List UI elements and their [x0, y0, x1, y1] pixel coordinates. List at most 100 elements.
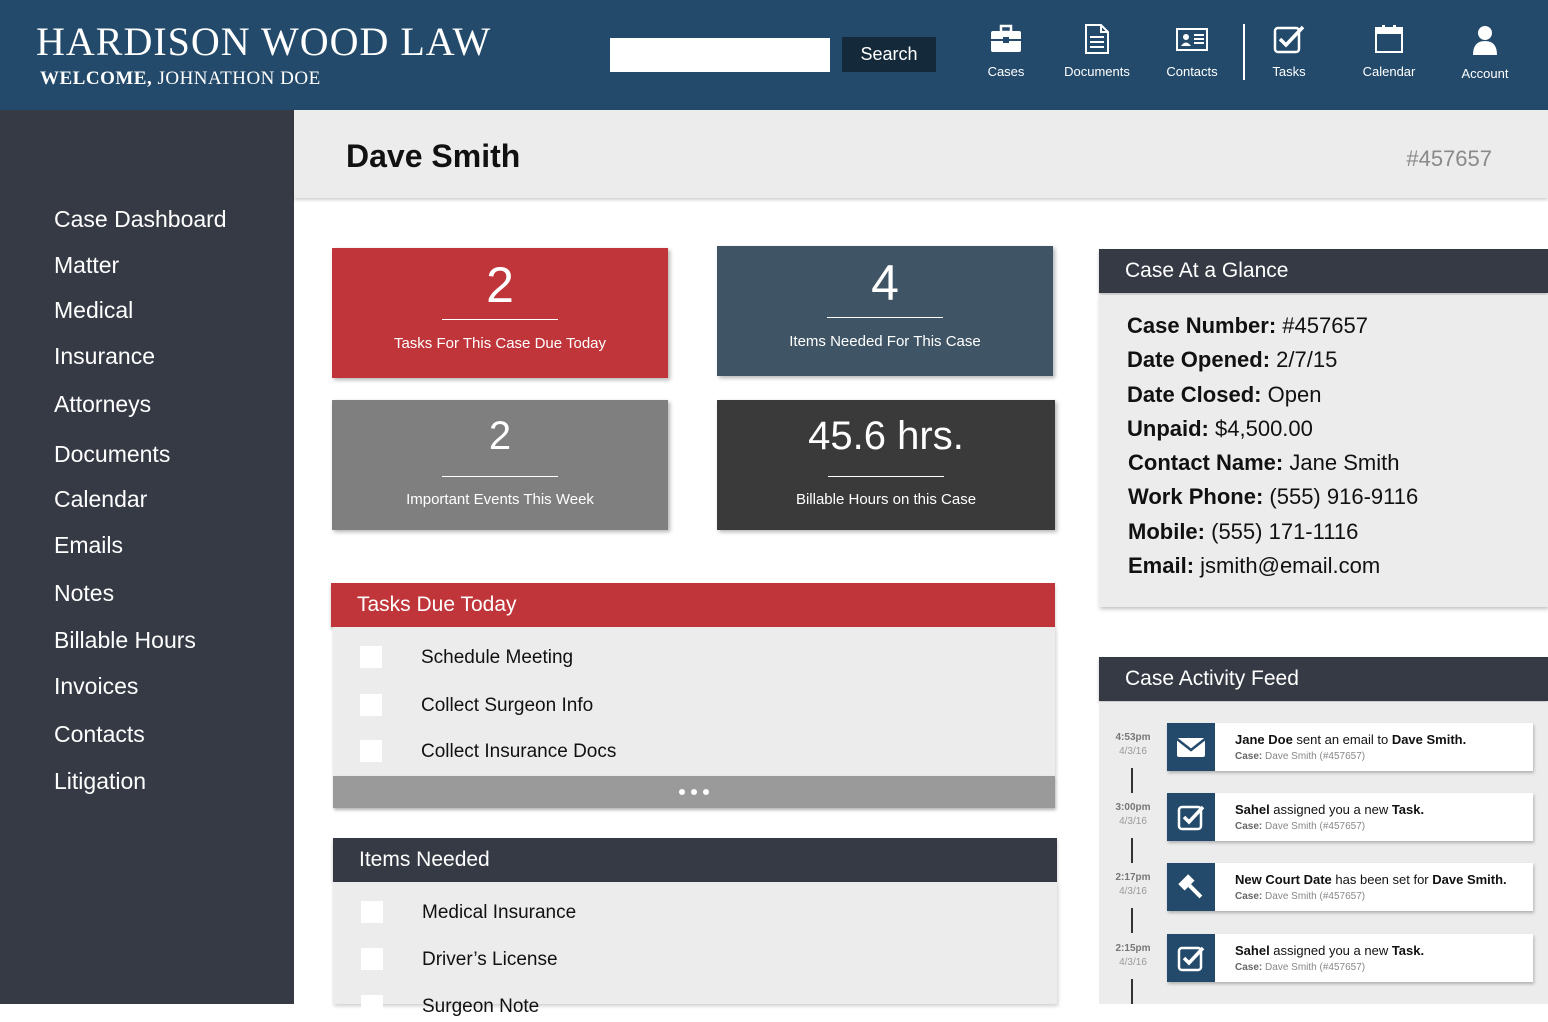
- glance-case-number: Case Number: #457657: [1127, 313, 1368, 338]
- case-title-bar: Dave Smith #457657: [294, 110, 1548, 198]
- feed-card[interactable]: Sahel assigned you a new Task. Case: Dav…: [1167, 793, 1533, 841]
- feed-case-ref: Case: Dave Smith (#457657): [1235, 962, 1366, 973]
- case-id: #457657: [1406, 146, 1492, 171]
- item-checkbox[interactable]: [361, 995, 383, 1017]
- stat-card-billable-hours[interactable]: 45.6 hrs. Billable Hours on this Case: [717, 400, 1055, 530]
- feed-message: Sahel assigned you a new Task.: [1235, 943, 1425, 958]
- search-input[interactable]: [610, 38, 830, 72]
- feed-card[interactable]: New Court Date has been set for Dave Smi…: [1167, 863, 1533, 911]
- gavel-icon: [1178, 874, 1203, 899]
- nav-cases[interactable]: Cases: [961, 24, 1051, 94]
- feed-icon-box: [1167, 934, 1215, 982]
- feed-item: 3:00pm 4/3/16 Sahel assigned you a new Ta…: [1099, 793, 1548, 863]
- feed-icon-box: [1167, 793, 1215, 841]
- welcome-user-name: JOHNATHON DOE: [157, 68, 321, 89]
- task-checkbox[interactable]: [360, 646, 382, 668]
- stat-divider: [827, 317, 943, 318]
- feed-item: 2:15pm 4/3/16 Sahel assigned you a new Ta…: [1099, 934, 1548, 1004]
- stat-card-important-events[interactable]: 2 Important Events This Week: [332, 400, 668, 530]
- ellipsis-dot-icon: [703, 789, 709, 795]
- feed-timestamp: 2:17pm 4/3/16: [1115, 872, 1151, 897]
- sidebar-item-case-dashboard[interactable]: Case Dashboard: [54, 206, 227, 233]
- item-checkbox[interactable]: [361, 948, 383, 970]
- nav-documents[interactable]: Documents: [1052, 24, 1142, 94]
- stat-value: 2: [488, 414, 512, 458]
- top-header: HARDISON WOOD LAW WELCOME, JOHNATHON DOE…: [0, 0, 1548, 110]
- stat-divider: [828, 476, 944, 477]
- sidebar-item-documents[interactable]: Documents: [54, 441, 170, 468]
- nav-contacts[interactable]: Contacts: [1147, 24, 1237, 94]
- glance-unpaid: Unpaid: $4,500.00: [1127, 416, 1313, 441]
- sidebar-item-attorneys[interactable]: Attorneys: [54, 391, 151, 418]
- feed-icon-box: [1167, 723, 1215, 771]
- nav-label: Account: [1461, 66, 1509, 81]
- sidebar-item-invoices[interactable]: Invoices: [54, 673, 138, 700]
- sidebar: Case Dashboard Matter Medical Insurance …: [0, 110, 294, 1004]
- glance-panel-header: Case At a Glance: [1099, 249, 1548, 293]
- glance-work-phone: Work Phone: (555) 916-9116: [1128, 484, 1419, 509]
- stat-label: Tasks For This Case Due Today: [393, 335, 607, 352]
- sidebar-item-notes[interactable]: Notes: [54, 580, 114, 607]
- stat-card-items-needed[interactable]: 4 Items Needed For This Case: [717, 246, 1053, 376]
- feed-message: New Court Date has been set for Dave Smi…: [1235, 872, 1507, 887]
- item-label: Medical Insurance: [422, 902, 577, 923]
- tasks-panel-header: Tasks Due Today: [331, 583, 1055, 627]
- search-button[interactable]: Search: [842, 37, 936, 72]
- timeline-connector: [1131, 838, 1133, 863]
- task-row: Collect Surgeon Info: [333, 691, 1055, 721]
- timeline-connector: [1131, 979, 1133, 1004]
- feed-item: 4:53pm 4/3/16 Jane Doe sent an email to D…: [1099, 723, 1548, 793]
- task-checkbox[interactable]: [360, 694, 382, 716]
- feed-timestamp: 2:15pm 4/3/16: [1115, 943, 1151, 968]
- nav-account[interactable]: Account: [1440, 24, 1530, 94]
- contact-card-icon: [1176, 28, 1208, 51]
- sidebar-item-litigation[interactable]: Litigation: [54, 768, 146, 795]
- task-label: Collect Insurance Docs: [421, 741, 617, 762]
- brand-title: HARDISON WOOD LAW: [36, 19, 492, 64]
- sidebar-item-insurance[interactable]: Insurance: [54, 343, 155, 370]
- sidebar-item-matter[interactable]: Matter: [54, 252, 119, 279]
- feed-card[interactable]: Sahel assigned you a new Task. Case: Dav…: [1167, 934, 1533, 982]
- glance-email: Email: jsmith@email.com: [1128, 553, 1381, 578]
- nav-label: Contacts: [1166, 64, 1218, 79]
- tasks-more-button[interactable]: [333, 776, 1055, 808]
- feed-card[interactable]: Jane Doe sent an email to Dave Smith. Ca…: [1167, 723, 1533, 771]
- calendar-icon: [1375, 25, 1403, 53]
- item-label: Driver’s License: [422, 949, 558, 970]
- page-title: Dave Smith: [346, 138, 521, 174]
- stat-label: Billable Hours on this Case: [795, 491, 977, 508]
- stat-value: 4: [871, 255, 899, 311]
- feed-message: Jane Doe sent an email to Dave Smith.: [1235, 732, 1467, 747]
- stat-divider: [442, 476, 558, 477]
- stat-card-tasks-due[interactable]: 2 Tasks For This Case Due Today: [332, 248, 668, 378]
- glance-contact-name: Contact Name: Jane Smith: [1128, 450, 1400, 475]
- glance-date-closed: Date Closed: Open: [1127, 382, 1322, 407]
- ellipsis-dot-icon: [679, 789, 685, 795]
- task-label: Schedule Meeting: [421, 647, 574, 668]
- nav-label: Documents: [1064, 64, 1130, 79]
- sidebar-item-contacts[interactable]: Contacts: [54, 721, 145, 748]
- stat-label: Important Events This Week: [406, 491, 594, 508]
- nav-calendar[interactable]: Calendar: [1344, 24, 1434, 94]
- sidebar-item-calendar[interactable]: Calendar: [54, 486, 147, 513]
- user-icon: [1473, 26, 1497, 55]
- items-panel-header: Items Needed: [333, 838, 1057, 882]
- item-checkbox[interactable]: [361, 901, 383, 923]
- briefcase-icon: [991, 24, 1021, 52]
- feed-message: Sahel assigned you a new Task.: [1235, 802, 1425, 817]
- task-label: Collect Surgeon Info: [421, 695, 594, 716]
- task-checkbox[interactable]: [360, 740, 382, 762]
- item-row: Driver’s License: [333, 945, 1057, 975]
- nav-label: Calendar: [1362, 64, 1416, 79]
- stat-value: 2: [486, 257, 514, 313]
- sidebar-item-emails[interactable]: Emails: [54, 532, 123, 559]
- sidebar-item-medical[interactable]: Medical: [54, 297, 133, 324]
- checkbox-icon: [1273, 25, 1305, 54]
- feed-case-ref: Case: Dave Smith (#457657): [1235, 891, 1366, 902]
- envelope-icon: [1176, 738, 1206, 757]
- timeline-connector: [1131, 768, 1133, 793]
- feed-panel-header: Case Activity Feed: [1099, 657, 1548, 701]
- nav-tasks[interactable]: Tasks: [1244, 24, 1334, 94]
- welcome-text: WELCOME, JOHNATHON DOE: [40, 68, 321, 90]
- sidebar-item-billable-hours[interactable]: Billable Hours: [54, 627, 196, 654]
